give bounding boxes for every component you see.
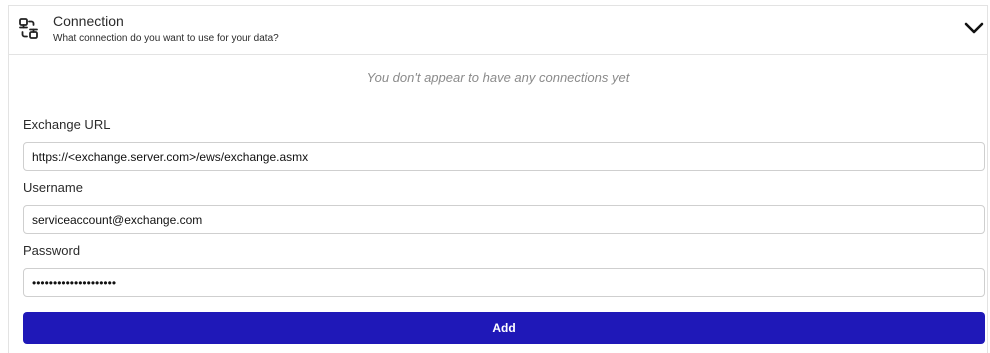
section-title: Connection bbox=[53, 13, 124, 29]
chevron-down-icon[interactable] bbox=[963, 20, 985, 36]
connection-section-header[interactable]: Connection What connection do you want t… bbox=[9, 6, 987, 55]
username-input[interactable] bbox=[23, 205, 985, 234]
connection-icon bbox=[18, 17, 40, 41]
connection-panel: Connection What connection do you want t… bbox=[8, 5, 988, 353]
password-input[interactable] bbox=[23, 268, 985, 297]
exchange-url-input[interactable] bbox=[23, 142, 985, 171]
section-subtitle: What connection do you want to use for y… bbox=[53, 33, 279, 44]
password-label: Password bbox=[23, 243, 81, 258]
exchange-url-label: Exchange URL bbox=[23, 117, 111, 132]
empty-connections-message: You don't appear to have any connections… bbox=[366, 70, 630, 85]
add-button[interactable]: Add bbox=[23, 312, 985, 344]
username-label: Username bbox=[23, 180, 83, 195]
